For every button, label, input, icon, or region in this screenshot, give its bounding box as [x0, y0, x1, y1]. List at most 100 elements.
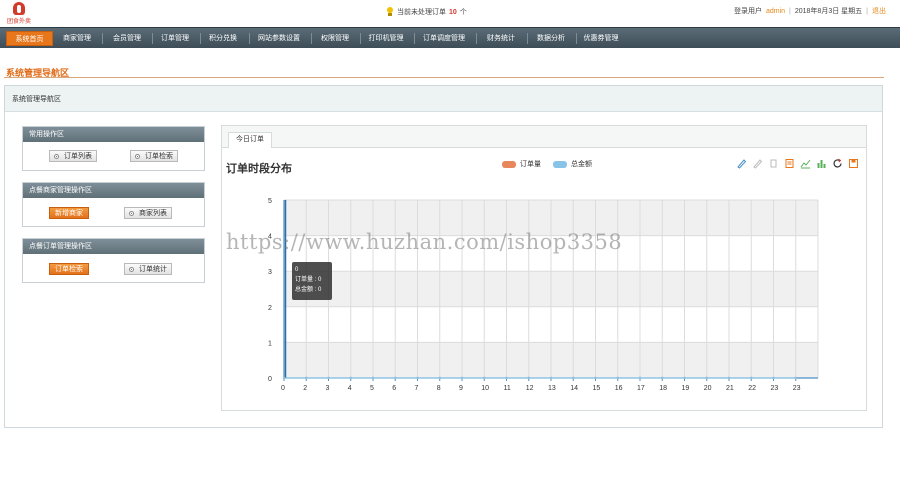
data-point — [572, 376, 575, 380]
y-tick-label: 0 — [268, 376, 272, 383]
x-tick-label: 10 — [481, 385, 489, 392]
nav-divider — [414, 33, 415, 44]
data-point — [661, 376, 664, 380]
notice-suffix: 个 — [459, 9, 467, 16]
nav-divider — [200, 33, 201, 44]
x-tick-label: 11 — [504, 385, 511, 392]
data-point — [616, 376, 619, 380]
panel-body: 订单列表 订单检索 — [23, 142, 204, 170]
logo-icon — [13, 2, 25, 15]
logo-text: 团食外卖 — [6, 19, 31, 25]
chart-title: 订单时段分布 — [226, 163, 292, 175]
nav-item-points[interactable]: 积分兑换 — [202, 31, 244, 46]
nav-item-finance[interactable]: 财务统计 — [478, 31, 524, 46]
nav-item-merchants[interactable]: 商家管理 — [57, 31, 97, 46]
data-view-icon[interactable] — [784, 158, 795, 169]
line-chart-icon[interactable] — [800, 158, 811, 169]
legend-item-orders[interactable]: 订单量 — [502, 159, 541, 169]
panel-heading: 点餐订单管理操作区 — [23, 239, 204, 254]
panel-body: 订单检索 订单统计 — [23, 254, 204, 282]
merchant-ops-panel: 点餐商家管理操作区 新增商家 商家列表 — [22, 182, 205, 227]
panel-heading: 常用操作区 — [23, 127, 204, 142]
nav-item-home[interactable]: 系统首页 — [6, 31, 53, 46]
chart-legend: 订单量 总金额 — [502, 159, 592, 169]
bar-chart-icon[interactable] — [816, 158, 827, 169]
data-point — [460, 376, 464, 380]
legend-swatch — [553, 160, 567, 168]
tooltip-hour: 0 — [295, 267, 299, 273]
nav-divider — [576, 33, 577, 44]
watermark-text: https://www.huzhan.com/ishop3358 — [226, 230, 623, 254]
data-point — [705, 376, 708, 380]
x-tick-label: 16 — [615, 385, 623, 392]
nav-item-orders[interactable]: 订单管理 — [154, 31, 196, 46]
pending-orders-notice[interactable]: 当前未处理订单 10 个 — [386, 6, 467, 18]
order-search-orange-button[interactable]: 订单检索 — [49, 263, 89, 275]
main-nav: 系统首页 商家管理 会员管理 订单管理 积分兑换 网站参数设置 权限管理 打印机… — [0, 27, 900, 48]
data-point — [282, 376, 286, 380]
erase-icon[interactable] — [752, 158, 763, 169]
x-tick-label: 0 — [281, 385, 285, 392]
nav-item-dispatch[interactable]: 订单调度管理 — [416, 31, 472, 46]
x-tick-label: 17 — [637, 385, 645, 392]
legend-label: 总金额 — [571, 161, 592, 168]
merchant-list-button[interactable]: 商家列表 — [124, 207, 172, 219]
order-ops-panel: 点餐订单管理操作区 订单检索 订单统计 — [22, 238, 205, 283]
clear-icon[interactable] — [768, 158, 779, 169]
username-link[interactable]: admin — [766, 8, 785, 15]
logo[interactable]: 团食外卖 — [6, 2, 32, 26]
order-stats-button[interactable]: 订单统计 — [124, 263, 172, 275]
nav-item-printers[interactable]: 打印机管理 — [361, 31, 411, 46]
tooltip-orders: 订单量 : 0 — [295, 277, 322, 283]
nav-item-permissions[interactable]: 权限管理 — [313, 31, 357, 46]
data-point — [349, 376, 352, 380]
order-search-button[interactable]: 订单检索 — [130, 150, 178, 162]
x-tick-label: 9 — [459, 385, 463, 392]
tab-today-orders[interactable]: 今日订单 — [228, 132, 272, 148]
divider: | — [866, 7, 868, 15]
mark-icon[interactable] — [736, 158, 747, 169]
tooltip-amount: 总金额 : 0 — [295, 287, 322, 293]
refresh-icon[interactable] — [832, 158, 843, 169]
add-merchant-button[interactable]: 新增商家 — [49, 207, 89, 219]
nav-item-coupons[interactable]: 优惠券管理 — [578, 31, 624, 46]
button-label: 订单检索 — [145, 153, 173, 160]
divider: | — [789, 7, 791, 15]
x-tick-label: 5 — [370, 385, 374, 392]
panel-title: 系统管理导航区 — [12, 96, 61, 103]
logout-link[interactable]: 退出 — [872, 6, 886, 16]
data-point — [483, 376, 486, 380]
y-tick-label: 2 — [268, 305, 272, 312]
nav-divider — [249, 33, 250, 44]
nav-item-site-settings[interactable]: 网站参数设置 — [251, 31, 307, 46]
nav-item-members[interactable]: 会员管理 — [106, 31, 148, 46]
x-tick-label: 13 — [548, 385, 556, 392]
common-ops-panel: 常用操作区 订单列表 订单检索 — [22, 126, 205, 171]
nav-divider — [152, 33, 153, 44]
data-point — [416, 376, 419, 380]
data-point — [527, 376, 530, 380]
current-date: 2018年8月3日 星期五 — [794, 8, 863, 15]
data-point — [772, 376, 775, 380]
data-point — [727, 376, 731, 380]
bullet-icon — [129, 211, 134, 216]
order-list-button[interactable]: 订单列表 — [49, 150, 97, 162]
data-point — [594, 376, 597, 380]
data-point — [638, 376, 642, 380]
x-tick-label: 23 — [793, 385, 801, 392]
chart-panel: 今日订单 订单时段分布 订单量 总金额 0 1 2 3 4 5 0 2 3 4 … — [221, 125, 867, 411]
notice-prefix: 当前未处理订单 — [397, 9, 446, 16]
bullet-icon — [135, 154, 140, 159]
x-tick-label: 6 — [392, 385, 396, 392]
x-tick-label: 4 — [348, 385, 352, 392]
legend-item-amount[interactable]: 总金额 — [553, 159, 592, 169]
x-tick-label: 18 — [659, 385, 667, 392]
x-tick-label: 7 — [415, 385, 419, 392]
save-image-icon[interactable] — [848, 158, 859, 169]
bullet-icon — [129, 267, 134, 272]
notice-count: 10 — [449, 8, 457, 16]
user-info: 登录用户 admin | 2018年8月3日 星期五 | 退出 — [734, 6, 886, 16]
button-label: 订单统计 — [139, 266, 167, 273]
nav-item-analytics[interactable]: 数据分析 — [529, 31, 573, 46]
panel-body: 新增商家 商家列表 — [23, 198, 204, 226]
